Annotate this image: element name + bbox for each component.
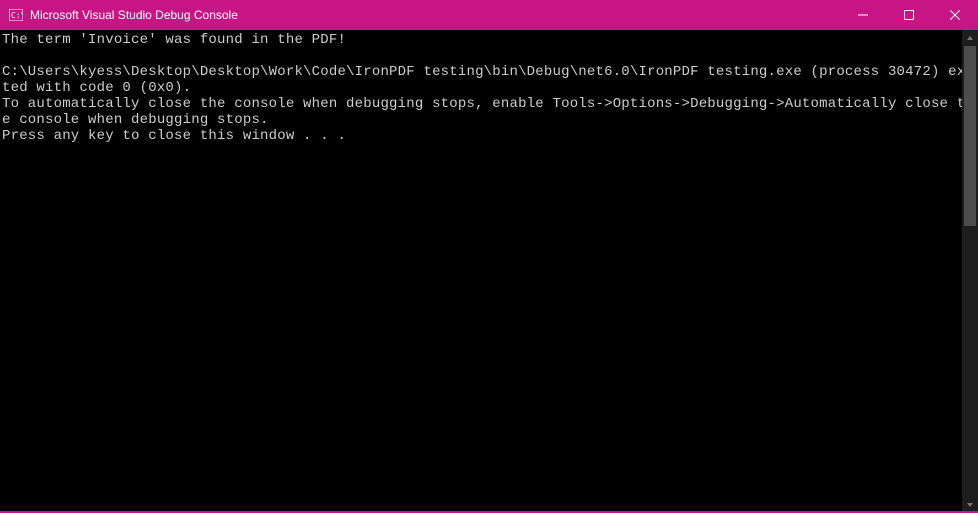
minimize-button[interactable] bbox=[840, 0, 886, 30]
window-title: Microsoft Visual Studio Debug Console bbox=[30, 8, 840, 22]
scrollbar-thumb[interactable] bbox=[964, 46, 976, 226]
svg-text:C:\: C:\ bbox=[11, 11, 23, 20]
scrollbar-track[interactable] bbox=[962, 46, 978, 497]
close-button[interactable] bbox=[932, 0, 978, 30]
window-controls bbox=[840, 0, 978, 30]
vertical-scrollbar[interactable] bbox=[962, 30, 978, 513]
titlebar[interactable]: C:\ Microsoft Visual Studio Debug Consol… bbox=[0, 0, 978, 30]
maximize-button[interactable] bbox=[886, 0, 932, 30]
console-body: The term 'Invoice' was found in the PDF!… bbox=[0, 30, 978, 513]
scroll-up-arrow[interactable] bbox=[962, 30, 978, 46]
console-icon: C:\ bbox=[8, 7, 24, 23]
console-output: The term 'Invoice' was found in the PDF!… bbox=[0, 30, 978, 144]
